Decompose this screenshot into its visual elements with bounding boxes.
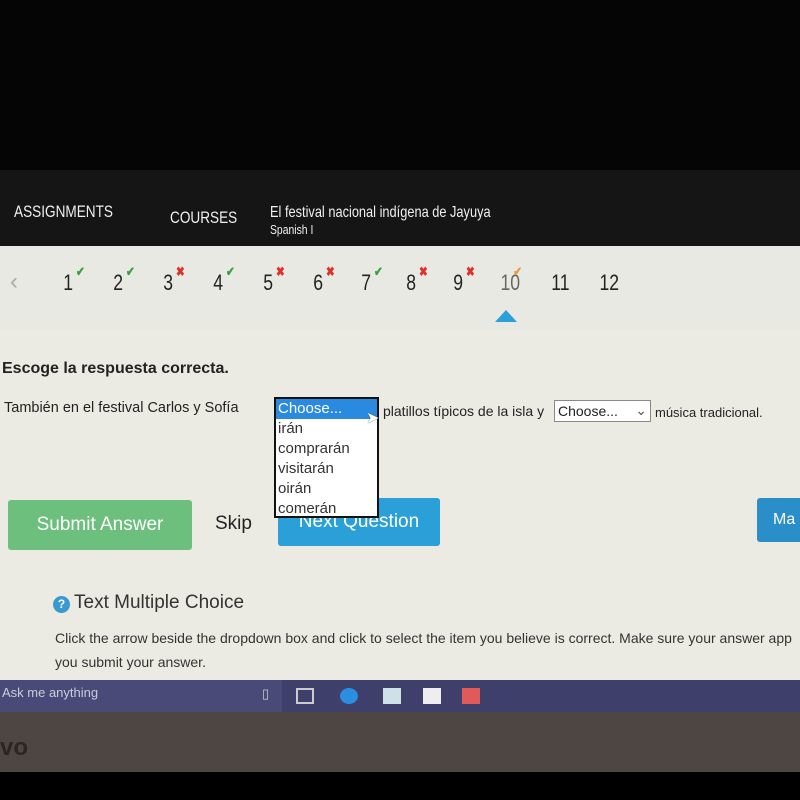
dark-background (0, 0, 800, 170)
sentence-part-3: música tradicional. (655, 405, 763, 420)
question-number: 9 (453, 270, 464, 295)
dropdown-1-list[interactable]: Choose... irán comprarán visitarán oirán… (274, 397, 379, 518)
laptop-bezel: vo (0, 712, 800, 772)
x-mark-icon: ✖ (326, 264, 335, 279)
question-7[interactable]: 7 ✔ (361, 264, 383, 296)
app-icon[interactable] (462, 688, 480, 704)
help-icon: ? (53, 596, 70, 613)
search-placeholder: Ask me anything (2, 685, 99, 700)
dropdown-2[interactable]: Choose... ⌄ (554, 400, 651, 422)
edge-icon[interactable] (340, 688, 358, 704)
nav-assignments[interactable]: ASSIGNMENTS (14, 202, 113, 222)
brand-logo: vo (0, 734, 29, 761)
current-indicator-icon (495, 310, 517, 322)
x-mark-icon: ✖ (466, 264, 475, 279)
question-6[interactable]: 6 ✖ (313, 264, 335, 296)
question-9[interactable]: 9 ✖ (453, 264, 475, 296)
option[interactable]: comprarán (276, 439, 377, 459)
help-text-1: Click the arrow beside the dropdown box … (55, 630, 792, 646)
question-number: 3 (163, 270, 174, 295)
file-explorer-icon[interactable] (383, 688, 401, 704)
question-3[interactable]: 3 ✖ (163, 264, 185, 296)
question-1[interactable]: 1 ✔ (63, 264, 85, 296)
question-5[interactable]: 5 ✖ (263, 264, 285, 296)
nav-courses[interactable]: COURSES (170, 208, 237, 228)
check-mark-icon: ✔ (226, 264, 235, 279)
question-8[interactable]: 8 ✖ (406, 264, 428, 296)
question-4[interactable]: 4 ✔ (213, 264, 235, 296)
skip-button[interactable]: Skip (215, 513, 252, 535)
task-view-icon[interactable] (296, 688, 314, 704)
option[interactable]: oirán (276, 479, 377, 499)
course-name: Spanish I (270, 222, 314, 237)
submit-answer-button[interactable]: Submit Answer (8, 500, 192, 550)
option[interactable]: visitarán (276, 459, 377, 479)
x-mark-icon: ✖ (176, 264, 185, 279)
option[interactable]: Choose... (276, 399, 377, 419)
help-text-2: you submit your answer. (55, 654, 206, 670)
sentence-part-1: También en el festival Carlos y Sofía (4, 400, 239, 416)
cursor-icon: ➤ (366, 410, 380, 427)
question-number: 1 (63, 270, 74, 295)
question-12[interactable]: 12 (599, 270, 619, 296)
question-11[interactable]: 11 (551, 270, 569, 296)
taskbar: Ask me anything ▯ (0, 680, 800, 714)
sentence-part-2: platillos típicos de la isla y (383, 403, 545, 419)
dropdown-2-value: Choose... (558, 403, 618, 419)
question-number: 11 (551, 270, 570, 295)
chevron-down-icon: ⌄ (635, 402, 647, 418)
option[interactable]: comerán (276, 499, 377, 519)
question-number: 4 (213, 270, 224, 295)
header: ASSIGNMENTS COURSES El festival nacional… (0, 170, 800, 248)
check-mark-icon: ✔ (126, 264, 135, 279)
check-mark-icon: ✔ (513, 264, 522, 279)
check-mark-icon: ✔ (76, 264, 85, 279)
prompt: Escoge la respuesta correcta. (2, 360, 229, 377)
x-mark-icon: ✖ (276, 264, 285, 279)
question-area: Escoge la respuesta correcta. También en… (0, 330, 800, 682)
microphone-icon[interactable]: ▯ (262, 686, 269, 702)
search-box[interactable]: Ask me anything ▯ (0, 680, 282, 714)
question-navigator: ‹ 1 ✔ 2 ✔ 3 ✖ 4 ✔ 5 ✖ 6 ✖ 7 ✔ 8 ✖ 9 ✖ 10 ✔ 11 12 (0, 246, 800, 330)
prev-arrow-icon[interactable]: ‹ (10, 268, 18, 296)
question-number: 6 (313, 270, 324, 295)
question-number: 8 (406, 270, 417, 295)
check-mark-icon: ✔ (374, 264, 383, 279)
question-2[interactable]: 2 ✔ (113, 264, 135, 296)
x-mark-icon: ✖ (419, 264, 428, 279)
question-number: 7 (361, 270, 372, 295)
mark-button[interactable]: Ma (757, 498, 800, 542)
question-10[interactable]: 10 ✔ (500, 264, 522, 296)
question-number: 2 (113, 270, 124, 295)
assignment-title: El festival nacional indígena de Jayuya (270, 204, 491, 221)
store-icon[interactable] (423, 688, 441, 704)
option[interactable]: irán (276, 419, 377, 439)
question-number: 5 (263, 270, 274, 295)
question-number: 12 (599, 270, 620, 295)
help-title: Text Multiple Choice (74, 592, 245, 613)
